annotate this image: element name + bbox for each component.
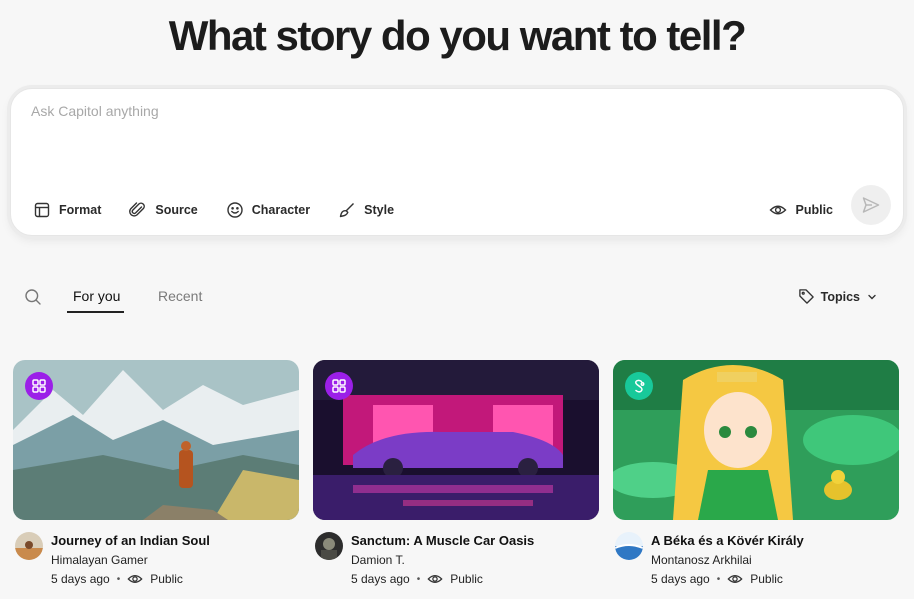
brush-icon <box>339 203 355 218</box>
search-icon[interactable] <box>24 288 42 306</box>
story-age: 5 days ago <box>351 572 410 586</box>
story-card[interactable]: Sanctum: A Muscle Car Oasis Damion T. 5 … <box>313 360 599 592</box>
format-badge <box>325 372 353 400</box>
story-visibility: Public <box>150 572 183 586</box>
layout-icon <box>34 202 50 218</box>
style-label: Style <box>364 203 395 217</box>
style-button[interactable]: Style <box>338 201 394 219</box>
source-label: Source <box>155 203 198 217</box>
separator-dot: • <box>416 573 421 585</box>
eye-icon <box>127 575 143 583</box>
avatar[interactable] <box>15 532 43 560</box>
visibility-label: Public <box>795 203 833 217</box>
story-meta: 5 days ago • Public <box>651 571 783 587</box>
format-badge <box>625 372 653 400</box>
story-age: 5 days ago <box>651 572 710 586</box>
prompt-toolbar: Format Source Character Style <box>33 201 394 219</box>
separator-dot: • <box>716 573 721 585</box>
grid-icon <box>32 379 46 393</box>
tab-for-you[interactable]: For you <box>73 288 120 304</box>
source-button[interactable]: Source <box>129 201 198 219</box>
eye-icon <box>727 575 743 583</box>
story-title[interactable]: Sanctum: A Muscle Car Oasis <box>351 533 534 548</box>
eye-icon <box>427 575 443 583</box>
story-icon <box>635 379 645 393</box>
story-cover-image[interactable] <box>313 360 599 520</box>
story-card[interactable]: Journey of an Indian Soul Himalayan Game… <box>13 360 299 592</box>
page-title: What story do you want to tell? <box>168 12 747 59</box>
grid-icon <box>332 379 346 393</box>
feed-tabs: For you Recent Topics <box>24 280 890 314</box>
story-author[interactable]: Damion T. <box>351 553 405 567</box>
prompt-input[interactable] <box>31 103 881 173</box>
paperclip-icon <box>129 202 146 217</box>
smiley-icon <box>227 202 243 218</box>
story-cover-image[interactable] <box>613 360 899 520</box>
story-title[interactable]: A Béka és a Kövér Király <box>651 533 804 548</box>
topics-label: Topics <box>820 289 860 304</box>
story-author[interactable]: Montanosz Arkhilai <box>651 553 752 567</box>
tab-recent[interactable]: Recent <box>158 288 202 304</box>
story-age: 5 days ago <box>51 572 110 586</box>
send-button[interactable] <box>851 185 891 225</box>
separator-dot: • <box>116 573 121 585</box>
prompt-composer: Format Source Character Style Public <box>10 88 904 236</box>
story-cover-image[interactable] <box>13 360 299 520</box>
format-button[interactable]: Format <box>33 201 101 219</box>
eye-icon <box>769 205 787 215</box>
topics-dropdown[interactable]: Topics <box>798 288 878 305</box>
format-badge <box>25 372 53 400</box>
chevron-down-icon <box>868 294 876 299</box>
avatar[interactable] <box>615 532 643 560</box>
avatar[interactable] <box>315 532 343 560</box>
character-label: Character <box>251 203 311 217</box>
story-meta: 5 days ago • Public <box>351 571 483 587</box>
visibility-toggle[interactable]: Public <box>769 201 833 219</box>
active-tab-indicator <box>67 311 124 313</box>
character-button[interactable]: Character <box>226 201 310 219</box>
story-title[interactable]: Journey of an Indian Soul <box>51 533 210 548</box>
story-card[interactable]: A Béka és a Kövér Király Montanosz Arkhi… <box>613 360 899 592</box>
send-icon <box>862 197 880 213</box>
story-author[interactable]: Himalayan Gamer <box>51 553 148 567</box>
story-visibility: Public <box>450 572 483 586</box>
format-label: Format <box>59 203 102 217</box>
tag-icon <box>798 289 814 304</box>
story-meta: 5 days ago • Public <box>51 571 183 587</box>
story-visibility: Public <box>750 572 783 586</box>
